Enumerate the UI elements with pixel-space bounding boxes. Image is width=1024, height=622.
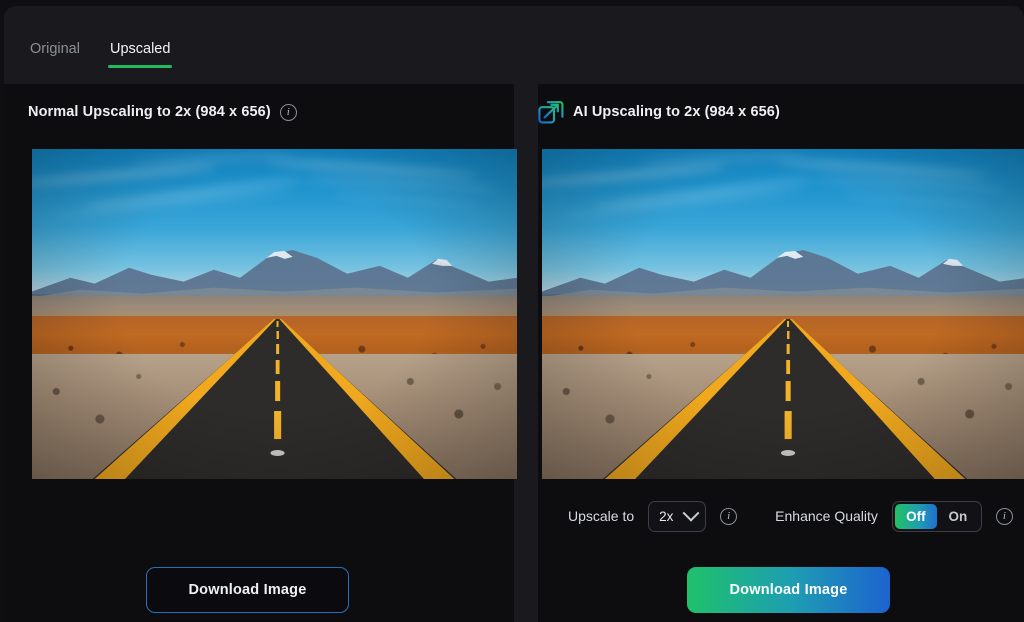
tab-upscaled-label: Upscaled [109, 41, 171, 57]
download-image-button-normal[interactable]: Download Image [146, 567, 349, 613]
ai-upscale-panel: AI Upscaling to 2x (984 x 656) Upscale t… [538, 84, 1024, 622]
normal-upscale-panel: Normal Upscaling to 2x (984 x 656) i Dow… [4, 84, 517, 622]
photo-road-ai [542, 318, 1024, 479]
enhance-quality-off-option[interactable]: Off [894, 503, 937, 529]
upscale-factor-select[interactable]: 2x [648, 500, 707, 532]
desert-road-photo-ai [542, 149, 1024, 479]
comparison-columns: Normal Upscaling to 2x (984 x 656) i Dow… [4, 84, 1024, 622]
upscale-factor-value: 2x [659, 508, 674, 524]
upscale-to-label: Upscale to [568, 508, 635, 524]
download-image-label-ai: Download Image [729, 582, 848, 598]
ai-upscale-controls: Upscale to 2x i Enhance Quality Off On i [568, 499, 1013, 533]
normal-upscale-header: Normal Upscaling to 2x (984 x 656) i [28, 100, 297, 124]
info-icon[interactable]: i [279, 103, 297, 121]
enhance-quality-on-option[interactable]: On [937, 504, 979, 529]
download-image-button-ai[interactable]: Download Image [687, 567, 890, 613]
view-tabs: Original Upscaled [28, 34, 173, 68]
tab-original-label: Original [30, 41, 80, 57]
upscaler-window: Original Upscaled Normal Upscaling to 2x… [4, 6, 1024, 622]
normal-upscale-title: Normal Upscaling to 2x (984 x 656) [28, 104, 271, 120]
ai-upscale-image [542, 149, 1024, 479]
enhance-quality-label: Enhance Quality [775, 508, 878, 524]
tab-upscaled[interactable]: Upscaled [107, 39, 173, 68]
chevron-down-icon [682, 504, 700, 522]
normal-upscale-image [32, 149, 517, 479]
enhance-info-icon[interactable]: i [995, 507, 1013, 525]
ai-upscale-header: AI Upscaling to 2x (984 x 656) [538, 100, 780, 124]
photo-road [32, 318, 517, 479]
download-image-label-normal: Download Image [188, 582, 307, 598]
tab-active-underline [107, 65, 173, 68]
desert-road-photo [32, 149, 517, 479]
ai-upscale-icon [538, 99, 564, 125]
app-shell: Original Upscaled Normal Upscaling to 2x… [0, 0, 1024, 622]
upscale-info-icon[interactable]: i [720, 507, 738, 525]
ai-upscale-title: AI Upscaling to 2x (984 x 656) [573, 104, 780, 120]
enhance-quality-toggle[interactable]: Off On [891, 500, 982, 532]
tab-original[interactable]: Original [28, 39, 82, 68]
